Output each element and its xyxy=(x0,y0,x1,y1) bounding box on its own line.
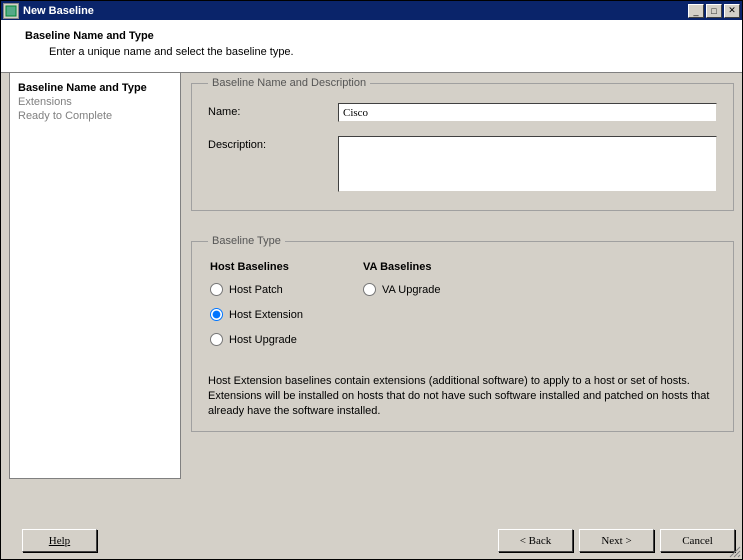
maximize-button[interactable]: □ xyxy=(706,4,722,18)
sidebar-item-name-type[interactable]: Baseline Name and Type xyxy=(18,81,172,95)
host-extension-radio[interactable] xyxy=(210,308,223,321)
titlebar: New Baseline _ □ ✕ xyxy=(1,1,742,20)
va-upgrade-label: VA Upgrade xyxy=(382,284,441,296)
window-title: New Baseline xyxy=(23,5,688,17)
baseline-type-description: Host Extension baselines contain extensi… xyxy=(208,374,717,419)
host-upgrade-radio[interactable] xyxy=(210,333,223,346)
baseline-type-fieldset: Baseline Type Host Baselines Host Patch … xyxy=(191,235,734,432)
header-title: Baseline Name and Type xyxy=(25,30,724,42)
host-upgrade-label: Host Upgrade xyxy=(229,334,297,346)
va-upgrade-radio-row[interactable]: VA Upgrade xyxy=(363,283,441,296)
wizard-footer: Help < Back Next > Cancel xyxy=(8,529,735,552)
name-input[interactable] xyxy=(338,103,717,122)
name-description-legend: Baseline Name and Description xyxy=(208,77,370,89)
host-patch-radio[interactable] xyxy=(210,283,223,296)
sidebar-item-ready[interactable]: Ready to Complete xyxy=(18,109,172,123)
header-subtitle: Enter a unique name and select the basel… xyxy=(49,46,724,58)
baseline-type-legend: Baseline Type xyxy=(208,235,285,247)
wizard-header: Baseline Name and Type Enter a unique na… xyxy=(1,20,742,73)
minimize-button[interactable]: _ xyxy=(688,4,704,18)
back-button[interactable]: < Back xyxy=(498,529,573,552)
resize-grip-icon[interactable] xyxy=(727,544,741,558)
help-button[interactable]: Help xyxy=(22,529,97,552)
next-button[interactable]: Next > xyxy=(579,529,654,552)
app-icon xyxy=(3,3,19,19)
name-description-fieldset: Baseline Name and Description Name: Desc… xyxy=(191,77,734,211)
host-patch-radio-row[interactable]: Host Patch xyxy=(210,283,303,296)
wizard-steps-sidebar: Baseline Name and Type Extensions Ready … xyxy=(9,73,181,479)
host-patch-label: Host Patch xyxy=(229,284,283,296)
cancel-button[interactable]: Cancel xyxy=(660,529,735,552)
va-upgrade-radio[interactable] xyxy=(363,283,376,296)
wizard-content: Baseline Name and Description Name: Desc… xyxy=(181,73,734,479)
host-extension-label: Host Extension xyxy=(229,309,303,321)
host-upgrade-radio-row[interactable]: Host Upgrade xyxy=(210,333,303,346)
description-label: Description: xyxy=(208,136,338,151)
close-button[interactable]: ✕ xyxy=(724,4,740,18)
name-label: Name: xyxy=(208,103,338,118)
description-textarea[interactable] xyxy=(338,136,717,192)
host-baselines-header: Host Baselines xyxy=(210,261,303,273)
sidebar-item-extensions[interactable]: Extensions xyxy=(18,95,172,109)
host-extension-radio-row[interactable]: Host Extension xyxy=(210,308,303,321)
va-baselines-header: VA Baselines xyxy=(363,261,441,273)
